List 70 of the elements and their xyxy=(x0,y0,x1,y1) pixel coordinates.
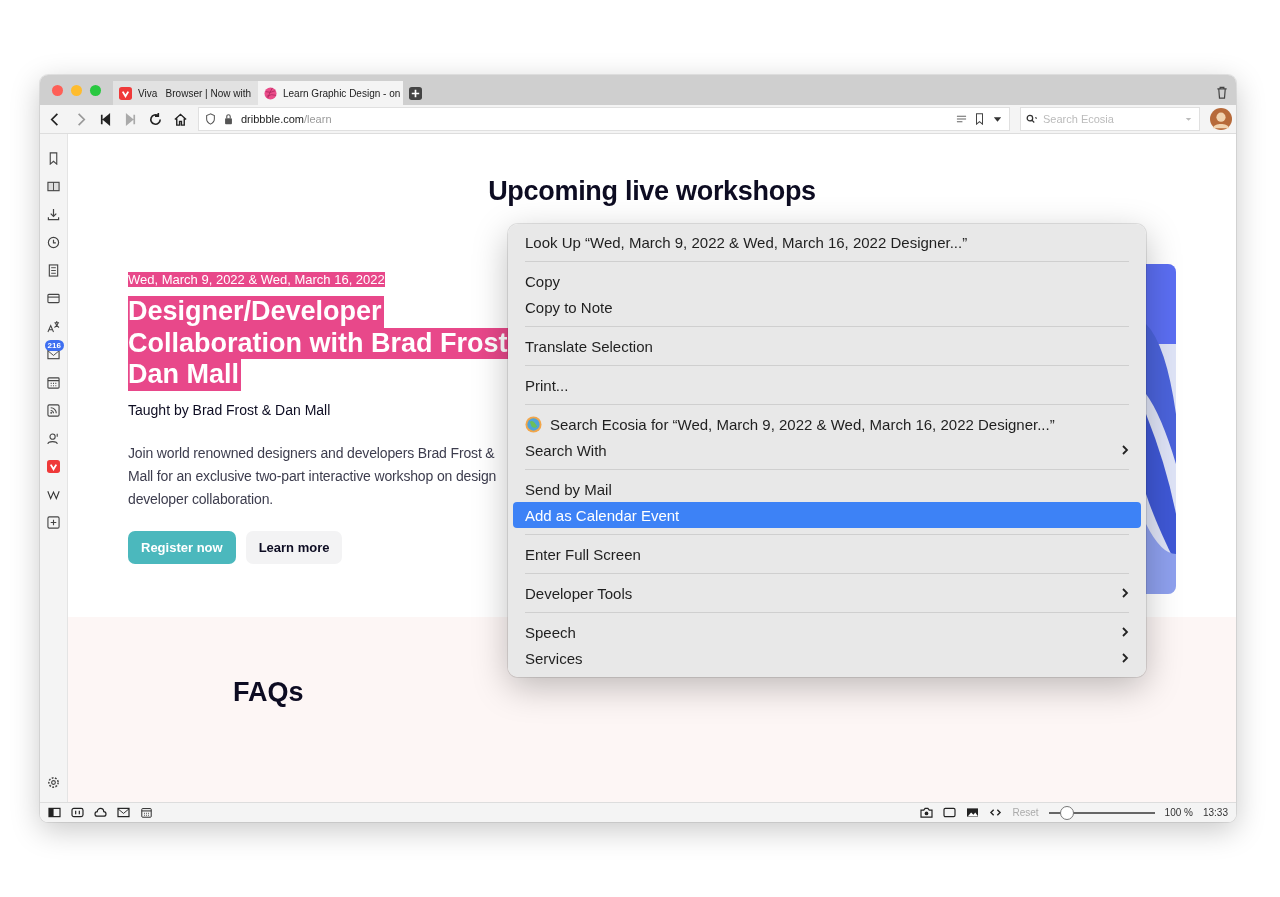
menu-item[interactable]: Developer Tools xyxy=(513,580,1141,606)
window-icon[interactable] xyxy=(943,807,957,818)
add-panel-icon[interactable] xyxy=(47,515,60,529)
menu-item[interactable]: Copy to Note xyxy=(513,294,1141,320)
browser-tab[interactable]: Viva Browser | Now with xyxy=(113,81,258,105)
learn-more-button[interactable]: Learn more xyxy=(245,530,343,564)
calendar-icon[interactable] xyxy=(47,375,60,389)
workshop-title: Designer/Developer Collaboration with Brad Frost Dan Mall xyxy=(128,296,510,391)
chevron-right-icon xyxy=(1121,444,1129,456)
bookmark-icon[interactable] xyxy=(974,113,985,125)
menu-item[interactable]: Search Ecosia for “Wed, March 9, 2022 & Wed, March 16, 2022 Designer...” xyxy=(513,411,1141,437)
browser-tab[interactable]: Learn Graphic Design - on xyxy=(258,81,403,105)
bookmark-icon[interactable] xyxy=(47,151,60,165)
vivaldi-icon xyxy=(119,86,132,100)
translate-icon[interactable] xyxy=(47,319,60,333)
menu-item[interactable]: Enter Full Screen xyxy=(513,541,1141,567)
tiling-icon[interactable] xyxy=(71,807,84,818)
section-heading: Upcoming live workshops xyxy=(487,176,817,207)
menu-item[interactable]: Look Up “Wed, March 9, 2022 & Wed, March 16, 2022 Designer...” xyxy=(513,229,1141,255)
contacts-icon[interactable] xyxy=(47,431,60,445)
lock-icon xyxy=(223,113,234,125)
chevron-right-icon xyxy=(1121,626,1129,638)
wikipedia-icon[interactable] xyxy=(47,487,60,501)
zoom-slider[interactable] xyxy=(1048,805,1155,820)
home-icon[interactable] xyxy=(173,111,188,127)
search-field[interactable]: Search Ecosia xyxy=(1020,107,1200,131)
shield-icon xyxy=(205,113,216,125)
new-tab-icon[interactable] xyxy=(409,87,422,100)
settings-icon[interactable] xyxy=(47,775,60,789)
menu-item[interactable]: Copy xyxy=(513,268,1141,294)
menu-item[interactable]: Send by Mail xyxy=(513,476,1141,502)
calendar-icon[interactable] xyxy=(140,807,153,818)
mail-icon[interactable] xyxy=(117,807,130,818)
code-icon[interactable] xyxy=(989,807,1003,818)
unread-badge: 216 xyxy=(44,340,64,351)
cloud-icon[interactable] xyxy=(94,807,107,818)
chevron-right-icon xyxy=(1121,587,1129,599)
book-icon[interactable] xyxy=(47,179,60,193)
rewind-icon[interactable] xyxy=(98,111,113,127)
notes-icon[interactable] xyxy=(47,263,60,277)
clock-icon[interactable] xyxy=(47,235,60,249)
workshop-date: Wed, March 9, 2022 & Wed, March 16, 2022 xyxy=(128,272,385,287)
vivaldi-icon[interactable] xyxy=(47,459,60,473)
panel-toggle-icon[interactable] xyxy=(48,807,61,818)
download-icon[interactable] xyxy=(47,207,60,221)
menu-item[interactable]: Translate Selection xyxy=(513,333,1141,359)
slider-thumb[interactable] xyxy=(1059,805,1074,820)
faq-heading: FAQs xyxy=(233,677,305,708)
address-field[interactable]: dribbble.com/learn xyxy=(198,107,1010,131)
menu-item[interactable]: Services xyxy=(513,645,1141,671)
workshop-description: Join world renowned designers and developers Brad Frost & Mall for an exclusive two-part interactive workshop on design developer collaboration. xyxy=(128,443,497,509)
zoom-level: 100 % xyxy=(1164,807,1193,818)
search-icon xyxy=(1026,113,1037,125)
camera-icon[interactable] xyxy=(920,807,934,818)
reload-icon[interactable] xyxy=(148,111,163,127)
chevron-right-icon xyxy=(1121,652,1129,664)
globe-icon xyxy=(525,415,542,433)
avatar-icon[interactable] xyxy=(1210,108,1232,130)
trash-icon[interactable] xyxy=(1216,86,1228,99)
instructors-text: Taught by Brad Frost & Dan Mall xyxy=(128,401,332,418)
menu-item[interactable]: Search With xyxy=(513,437,1141,463)
reader-view-icon[interactable] xyxy=(956,113,967,125)
clock-time: 13:33 xyxy=(1202,807,1228,818)
window-icon[interactable] xyxy=(47,291,60,305)
menu-item[interactable]: Speech xyxy=(513,619,1141,645)
feed-icon[interactable] xyxy=(47,403,60,417)
menu-item[interactable]: Add as Calendar Event xyxy=(513,502,1141,528)
ball-icon xyxy=(264,86,277,100)
image-icon[interactable] xyxy=(966,807,980,818)
menu-item[interactable]: Print... xyxy=(513,372,1141,398)
